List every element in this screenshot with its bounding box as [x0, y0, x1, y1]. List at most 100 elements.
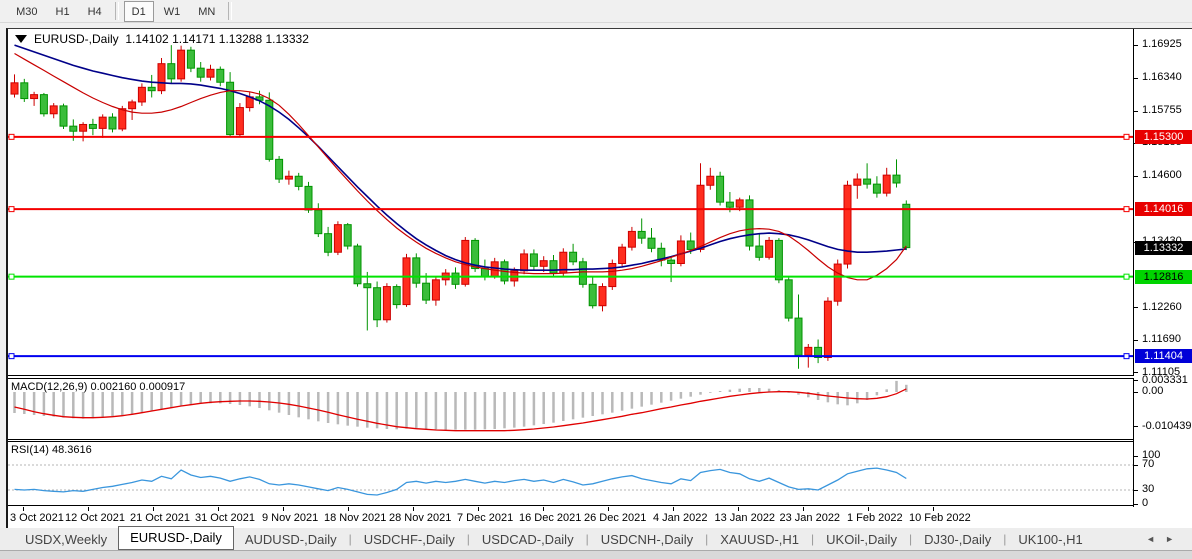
- candle-body: [11, 83, 18, 94]
- date-axis[interactable]: 3 Oct 202112 Oct 202121 Oct 202131 Oct 2…: [8, 507, 1192, 528]
- macd-hist-bar: [23, 392, 26, 414]
- candle-body: [383, 287, 390, 320]
- tab-usdx-weekly[interactable]: USDX,Weekly: [14, 530, 118, 549]
- timeframe-mn[interactable]: MN: [190, 1, 223, 22]
- candle-body: [628, 231, 635, 247]
- candle-body: [756, 246, 763, 257]
- candle-body: [236, 108, 243, 135]
- tab-xauusd-h1[interactable]: XAUUSD-,H1: [709, 530, 810, 549]
- axis-tick-mark: [1134, 504, 1138, 505]
- tab-uk100-h1[interactable]: UK100-,H1: [1007, 530, 1093, 549]
- candle-body: [707, 176, 714, 185]
- chart-marker-icon: [15, 35, 27, 43]
- tab-audusd-daily[interactable]: AUDUSD-,Daily: [234, 530, 348, 549]
- macd-hist-bar: [327, 392, 330, 423]
- timeframe-5[interactable]: 5: [0, 1, 6, 22]
- axis-tick-mark: [1134, 426, 1138, 427]
- macd-hist-bar: [513, 392, 516, 428]
- candle-body: [893, 175, 900, 183]
- tab-scroll-left-icon[interactable]: ◄: [1146, 534, 1165, 544]
- date-tick-label: 23 Jan 2022: [780, 512, 841, 524]
- line-handle[interactable]: [1124, 134, 1129, 139]
- line-handle[interactable]: [9, 274, 14, 279]
- main-price-chart[interactable]: [8, 29, 1134, 376]
- tab-scroll-right-icon[interactable]: ►: [1165, 534, 1184, 544]
- date-tick-label: 1 Feb 2022: [847, 512, 903, 524]
- chart-title: EURUSD-,Daily 1.14102 1.14171 1.13288 1.…: [34, 32, 309, 46]
- axis-tick-mark: [1134, 45, 1138, 46]
- macd-hist-bar: [709, 392, 712, 393]
- candle-body: [285, 176, 292, 179]
- candle-body: [158, 64, 165, 91]
- price-tick-label: 1.16340: [1142, 71, 1182, 83]
- line-handle[interactable]: [1124, 207, 1129, 212]
- candle-body: [736, 200, 743, 207]
- tab-usdcnh-daily[interactable]: USDCNH-,Daily: [590, 530, 704, 549]
- macd-hist-bar: [895, 381, 898, 392]
- axis-tick-mark: [1134, 372, 1138, 373]
- price-axis[interactable]: 1.169251.163401.157551.151851.146001.134…: [1134, 29, 1192, 507]
- macd-hist-bar: [52, 392, 55, 417]
- axis-tick-mark: [1134, 307, 1138, 308]
- candle-body: [423, 283, 430, 300]
- candle-body: [864, 179, 871, 184]
- line-handle[interactable]: [9, 354, 14, 359]
- date-tick-mark: [803, 507, 804, 511]
- candle-body: [178, 50, 185, 79]
- macd-hist-bar: [582, 392, 585, 418]
- tab-dj30-daily[interactable]: DJ30-,Daily: [913, 530, 1002, 549]
- axis-tick-mark: [1134, 340, 1138, 341]
- macd-hist-bar: [729, 390, 732, 392]
- macd-signal-line: [15, 389, 907, 431]
- macd-hist-bar: [121, 392, 124, 416]
- macd-hist-bar: [288, 392, 291, 415]
- candle-body: [883, 175, 890, 193]
- date-tick-mark: [23, 507, 24, 511]
- macd-hist-bar: [660, 392, 663, 403]
- macd-hist-bar: [405, 392, 408, 429]
- date-tick-label: 12 Oct 2021: [65, 512, 125, 524]
- macd-hist-bar: [748, 388, 751, 392]
- rsi-indicator-panel[interactable]: [8, 441, 1134, 507]
- candle-body: [481, 269, 488, 277]
- candle-body: [766, 240, 773, 257]
- chart-window[interactable]: EURUSD-,Daily 1.14102 1.14171 1.13288 1.…: [6, 28, 1192, 528]
- candle-body: [903, 204, 910, 247]
- macd-hist-bar: [13, 392, 16, 413]
- macd-hist-bar: [738, 389, 741, 392]
- rsi-tick-label: 30: [1142, 483, 1154, 495]
- timeframe-w1[interactable]: W1: [156, 1, 189, 22]
- timeframe-m30[interactable]: M30: [8, 1, 45, 22]
- timeframe-h4[interactable]: H4: [80, 1, 110, 22]
- macd-tick-label: 0.00: [1142, 385, 1163, 397]
- date-tick-label: 16 Dec 2021: [519, 512, 581, 524]
- macd-hist-bar: [827, 392, 830, 402]
- candle-body: [315, 210, 322, 234]
- chart-ohlc: 1.14102 1.14171 1.13288 1.13332: [119, 32, 309, 46]
- macd-hist-bar: [562, 392, 565, 421]
- candle-body: [334, 225, 341, 253]
- price-badge: 1.13332: [1135, 241, 1192, 255]
- date-tick-label: 26 Dec 2021: [584, 512, 646, 524]
- line-handle[interactable]: [9, 134, 14, 139]
- macd-hist-bar: [101, 392, 104, 418]
- candle-body: [873, 184, 880, 193]
- tab-usdcad-daily[interactable]: USDCAD-,Daily: [471, 530, 585, 549]
- date-tick-mark: [543, 507, 544, 511]
- timeframe-h1[interactable]: H1: [48, 1, 78, 22]
- tab-scroll-arrows[interactable]: ◄►: [1146, 534, 1184, 544]
- tab-ukoil-daily[interactable]: UKOil-,Daily: [815, 530, 908, 549]
- line-handle[interactable]: [9, 207, 14, 212]
- candle-body: [775, 240, 782, 279]
- tab-usdchf-daily[interactable]: USDCHF-,Daily: [353, 530, 466, 549]
- line-handle[interactable]: [1124, 354, 1129, 359]
- tab-eurusd-daily[interactable]: EURUSD-,Daily: [118, 526, 234, 550]
- candle-body: [540, 261, 547, 267]
- candle-body: [187, 50, 194, 68]
- price-badge: 1.11404: [1135, 349, 1192, 363]
- macd-hist-bar: [62, 392, 65, 418]
- line-handle[interactable]: [1124, 274, 1129, 279]
- macd-hist-bar: [503, 392, 506, 428]
- macd-hist-bar: [876, 392, 879, 395]
- timeframe-d1[interactable]: D1: [124, 1, 154, 22]
